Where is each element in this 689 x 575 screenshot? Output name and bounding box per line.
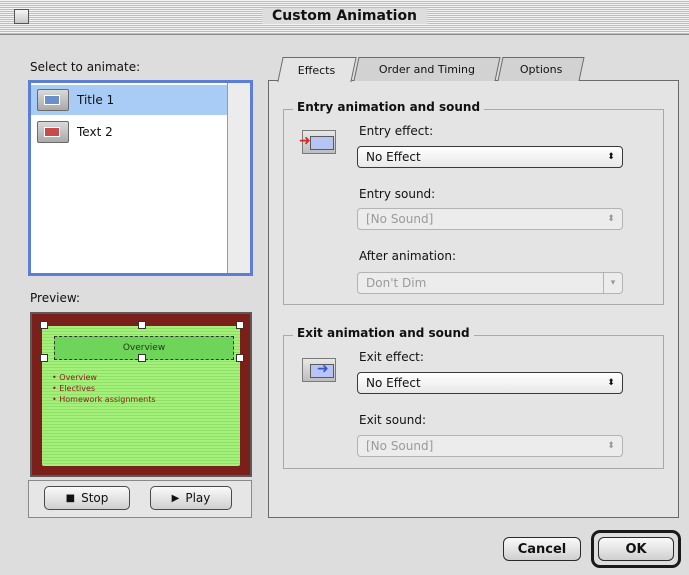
after-animation-label: After animation:: [359, 249, 456, 263]
play-icon: ▶: [171, 492, 180, 504]
close-box-icon[interactable]: [14, 9, 29, 24]
exit-effect-value: No Effect: [366, 376, 421, 390]
entry-group-title: Entry animation and sound: [293, 100, 485, 114]
slide-bullet: Homework assignments: [52, 394, 155, 405]
play-label: Play: [185, 491, 211, 505]
after-animation-value: Don't Dim: [366, 276, 427, 290]
preview-label: Preview:: [30, 291, 81, 305]
tab-effects[interactable]: Effects: [277, 57, 357, 82]
selection-handle: [138, 354, 146, 362]
window-title: Custom Animation: [261, 8, 428, 24]
text-object-icon: [37, 89, 69, 111]
animate-object-list[interactable]: Title 1 Text 2: [28, 80, 253, 276]
updown-arrow-icon: ⬍: [607, 378, 615, 388]
tab-effects-label: Effects: [298, 63, 336, 77]
cancel-button[interactable]: Cancel: [503, 537, 581, 561]
tab-options-label: Options: [519, 63, 563, 76]
slide-bullet-list: Overview Electives Homework assignments: [52, 372, 156, 405]
chevron-down-icon: ▾: [603, 273, 622, 293]
tab-order-and-timing-label: Order and Timing: [378, 63, 475, 76]
custom-animation-dialog: Custom Animation Select to animate: Titl…: [0, 0, 689, 575]
exit-sound-value: [No Sound]: [366, 439, 434, 453]
list-item-text-2[interactable]: Text 2: [31, 117, 231, 147]
text-object-icon: [37, 121, 69, 143]
entry-effect-popup[interactable]: No Effect ⬍: [357, 146, 623, 168]
selection-handle: [138, 321, 146, 329]
stop-label: Stop: [81, 491, 109, 505]
entry-effect-label: Entry effect:: [359, 124, 434, 138]
entry-effect-value: No Effect: [366, 150, 421, 164]
exit-sound-popup[interactable]: [No Sound] ⬍: [357, 435, 623, 457]
tab-order-and-timing[interactable]: Order and Timing: [353, 57, 501, 81]
selection-handle: [40, 321, 48, 329]
slide-entry-arrow-icon: ➜: [299, 130, 336, 154]
list-item-label: Text 2: [77, 125, 113, 139]
entry-sound-value: [No Sound]: [366, 212, 434, 226]
preview-pane: Overview Overview Electives Homework ass…: [30, 312, 252, 477]
tab-options[interactable]: Options: [497, 57, 585, 81]
exit-group-title: Exit animation and sound: [293, 326, 474, 340]
ok-button[interactable]: OK: [598, 537, 674, 561]
entry-sound-popup[interactable]: [No Sound] ⬍: [357, 208, 623, 230]
updown-arrow-icon: ⬍: [607, 152, 615, 162]
selection-handle: [236, 321, 244, 329]
exit-sound-label: Exit sound:: [359, 413, 427, 427]
updown-arrow-icon: ⬍: [607, 214, 615, 224]
updown-arrow-icon: ⬍: [607, 441, 615, 451]
slide-bullet: Overview: [52, 372, 156, 383]
slide-exit-arrow-icon: ➜: [302, 358, 336, 382]
exit-effect-popup[interactable]: No Effect ⬍: [357, 372, 623, 394]
selection-handle: [236, 354, 244, 362]
slide-bullet: Electives: [52, 383, 156, 394]
entry-sound-label: Entry sound:: [359, 187, 436, 201]
selection-handle: [40, 354, 48, 362]
title-bar[interactable]: Custom Animation: [0, 0, 689, 35]
after-animation-combo[interactable]: Don't Dim ▾: [357, 272, 623, 294]
stop-button[interactable]: ■ Stop: [44, 486, 130, 510]
list-item-title-1[interactable]: Title 1: [31, 85, 231, 115]
stop-icon: ■: [65, 492, 76, 504]
list-item-label: Title 1: [77, 93, 115, 107]
select-to-animate-label: Select to animate:: [30, 60, 141, 74]
exit-effect-label: Exit effect:: [359, 350, 424, 364]
list-scrollbar[interactable]: [227, 83, 250, 273]
play-button[interactable]: ▶ Play: [150, 486, 232, 510]
